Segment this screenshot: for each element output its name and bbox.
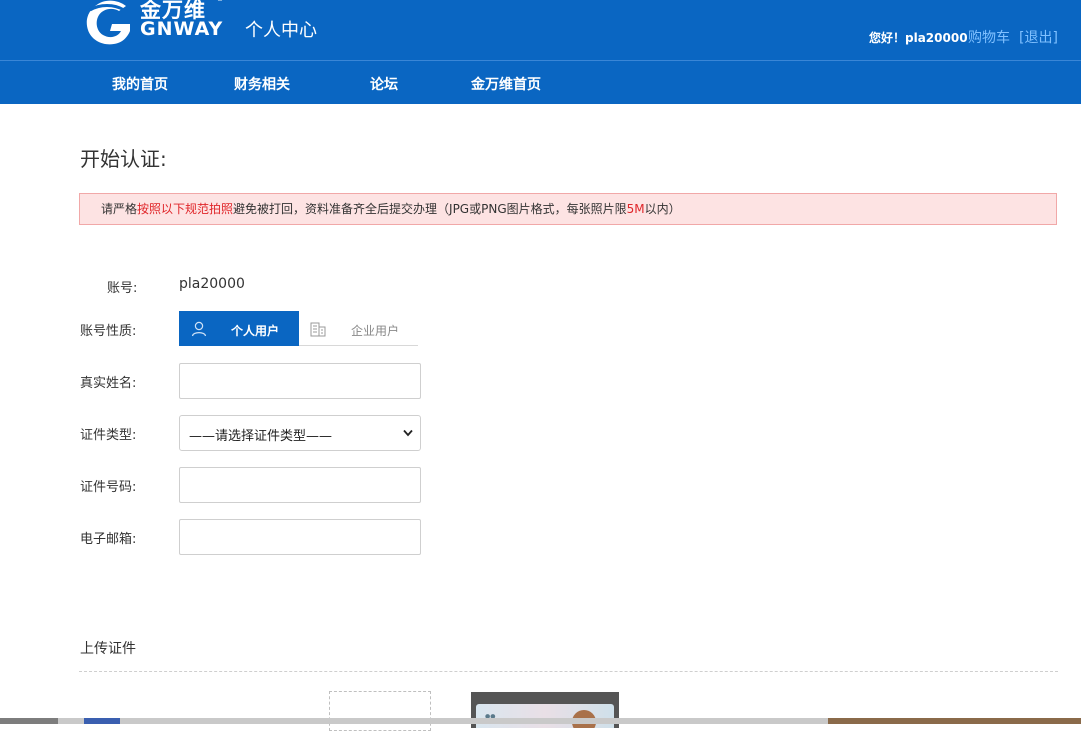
notice-part5: 以内） [644,202,681,216]
page-section-title: 个人中心 [245,20,317,41]
logo-registered-mark: ® [216,0,224,3]
id-type-select[interactable]: ——请选择证件类型—— [179,415,421,451]
id-type-selected: ——请选择证件类型—— [189,429,333,444]
page-title: 开始认证: [80,147,167,171]
logout-link[interactable]: [退出] [1019,27,1058,47]
tab-enterprise-user[interactable]: 企业用户 [299,311,418,346]
main-nav: 我的首页 财务相关 论坛 金万维首页 [0,60,1081,104]
nav-item-gnway-home[interactable]: 金万维首页 [471,74,541,94]
nav-item-finance[interactable]: 财务相关 [234,74,290,94]
building-icon [310,322,326,337]
bottom-strip-segment [828,718,1081,724]
gnway-logo[interactable]: 金万维 ® GNWAY [80,0,230,48]
realname-label: 真实姓名: [80,376,137,391]
account-type-label: 账号性质: [80,324,137,339]
email-label: 电子邮箱: [80,532,137,547]
notice-banner: 请严格按照以下规范拍照避免被打回，资料准备齐全后提交办理（JPG或PNG图片格式… [79,193,1057,225]
tab-enterprise-label: 企业用户 [351,324,400,338]
upload-dropzone[interactable] [329,691,431,731]
account-value: pla20000 [179,276,245,292]
notice-highlight-size: 5M [626,202,645,216]
user-greeting: 您好！pla20000 [869,31,968,45]
chevron-down-icon [403,429,413,437]
id-type-label: 证件类型: [80,428,137,443]
tab-personal-label: 个人用户 [231,324,280,338]
cart-link[interactable]: 购物车 [968,27,1010,47]
logo-text-en: GNWAY [140,18,224,40]
bottom-partial-strip [0,718,1081,724]
upload-section-title: 上传证件 [80,641,136,657]
nav-item-my-home[interactable]: 我的首页 [112,74,168,94]
id-number-label: 证件号码: [80,480,137,495]
bottom-strip-segment [0,718,58,724]
top-header: 金万维 ® GNWAY 个人中心 您好！pla20000 购物车 [退出] [0,0,1081,60]
tab-personal-user[interactable]: 个人用户 [179,311,299,346]
account-label: 账号: [107,281,138,296]
notice-part3: 避免被打回，资料准备齐全后提交办理（JPG或PNG图片格式，每张照片限 [233,202,627,216]
email-input[interactable] [179,519,421,555]
bottom-strip-segment [84,718,120,724]
notice-text: 请严格按照以下规范拍照避免被打回，资料准备齐全后提交办理（JPG或PNG图片格式… [101,194,681,225]
realname-input[interactable] [179,363,421,399]
upload-divider [79,671,1058,672]
person-icon [191,321,207,337]
notice-highlight-rules: 按照以下规范拍照 [137,202,234,216]
notice-part1: 请严格 [101,202,138,216]
id-number-input[interactable] [179,467,421,503]
gnway-g-logo-icon [86,0,130,45]
nav-item-forum[interactable]: 论坛 [370,74,398,94]
